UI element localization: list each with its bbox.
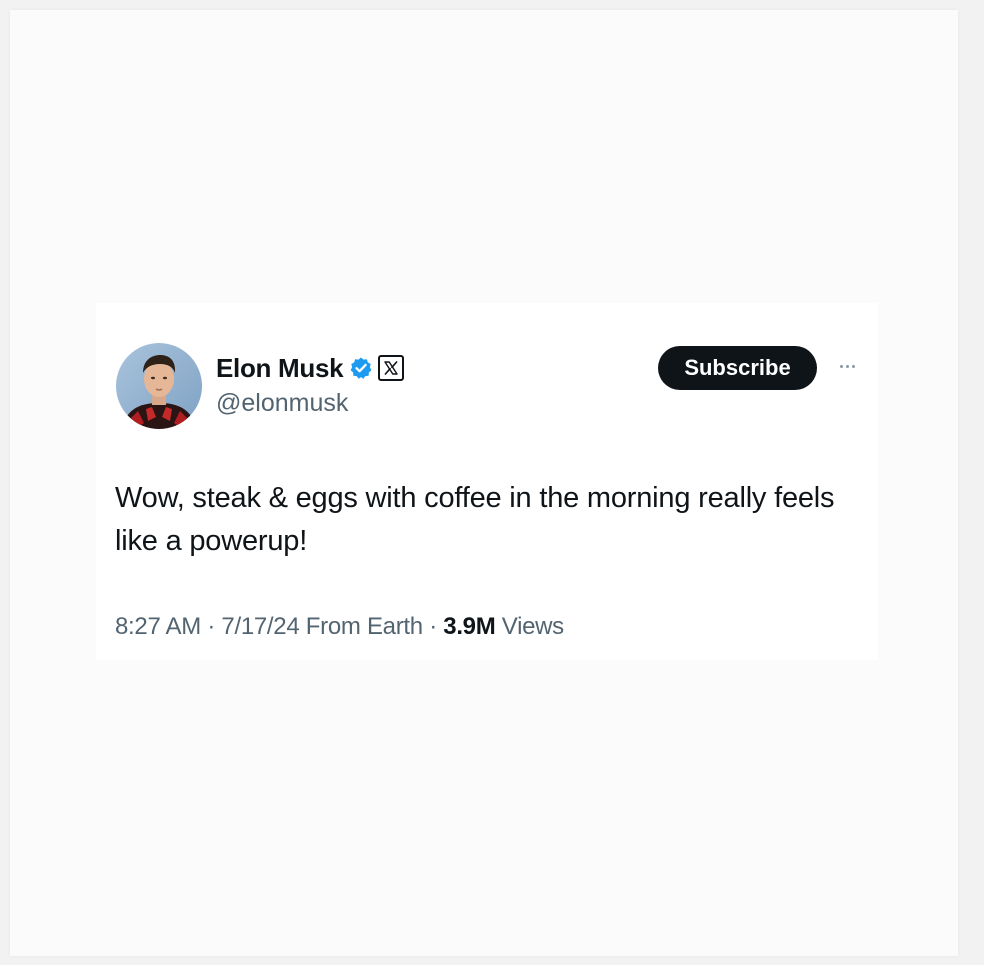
author-handle[interactable]: @elonmusk: [216, 389, 348, 418]
author-display-name[interactable]: Elon Musk: [216, 353, 344, 384]
more-horizontal-icon[interactable]: [832, 358, 862, 374]
avatar-image: [116, 343, 202, 429]
more-dot: [851, 364, 855, 368]
tweet-date[interactable]: 7/17/24: [221, 613, 299, 640]
tweet-text: Wow, steak & eggs with coffee in the mor…: [115, 482, 835, 557]
views-label: Views: [501, 613, 564, 640]
subscribe-button[interactable]: Subscribe: [658, 346, 817, 390]
tweet-time[interactable]: 8:27 AM: [115, 613, 201, 640]
author-name-row: Elon Musk: [216, 353, 405, 384]
verified-check-icon: [349, 356, 373, 380]
x-logo-icon: [378, 355, 405, 381]
meta-separator: ·: [207, 613, 216, 640]
more-dot: [845, 364, 849, 368]
tweet-source: From Earth: [305, 613, 423, 640]
meta-separator: ·: [429, 613, 437, 640]
screenshot-frame: Elon Musk @elonmusk Subscribe Wow, steak…: [10, 10, 958, 956]
avatar[interactable]: [116, 343, 202, 429]
tweet-card: Elon Musk @elonmusk Subscribe Wow, steak…: [96, 303, 878, 660]
more-dot: [839, 364, 843, 368]
views-count[interactable]: 3.9M: [443, 613, 495, 640]
tweet-meta: 8:27 AM · 7/17/24 From Earth · 3.9M View…: [115, 613, 564, 641]
